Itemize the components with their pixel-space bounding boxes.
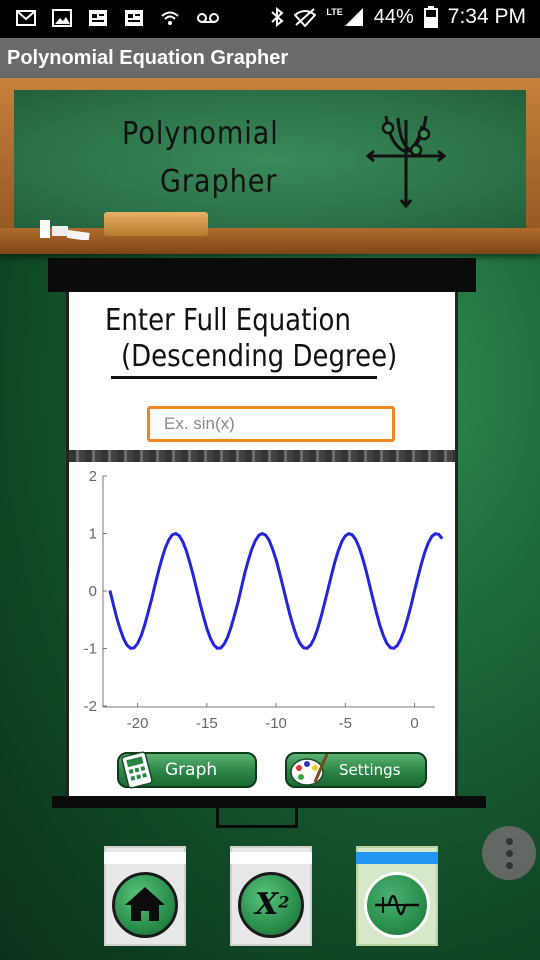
graph-button[interactable]: Graph xyxy=(117,751,257,789)
battery-icon xyxy=(423,6,438,28)
sine-curve xyxy=(108,531,444,650)
x-tick-label: 0 xyxy=(410,715,418,732)
projector-screen: Enter Full Equation (Descending Degree) … xyxy=(66,292,458,796)
prompt-underline xyxy=(111,376,377,379)
graph-button-label: Graph xyxy=(165,760,218,780)
prompt-line2: (Descending Degree) xyxy=(121,339,398,375)
prompt-line1: Enter Full Equation xyxy=(105,303,351,339)
nav-home-circle xyxy=(112,872,178,938)
nav-indicator xyxy=(104,852,186,864)
equation-input[interactable] xyxy=(147,406,395,442)
voicemail-icon xyxy=(197,13,219,23)
battery-percent: 44% xyxy=(373,5,414,28)
gallery-icon xyxy=(52,9,72,27)
screen-stand xyxy=(216,808,298,828)
app-bar: Polynomial Equation Grapher xyxy=(0,38,540,78)
waveform-icon xyxy=(375,894,419,916)
nav-power[interactable]: X2 xyxy=(230,846,312,946)
overflow-menu-button[interactable] xyxy=(482,826,536,880)
bluetooth-icon xyxy=(271,7,284,27)
wifi-off-icon xyxy=(294,8,317,27)
x-squared-exponent: 2 xyxy=(278,892,290,912)
news-icon xyxy=(125,10,143,26)
x-squared-base: X xyxy=(255,887,279,922)
y-tick-label: 1 xyxy=(89,526,97,543)
app-title: Polynomial Equation Grapher xyxy=(7,47,289,69)
menu-dot xyxy=(506,838,513,845)
nav-indicator xyxy=(230,852,312,864)
nav-graph[interactable] xyxy=(356,846,438,946)
paper-tear xyxy=(69,450,455,462)
y-tick-label: 0 xyxy=(89,583,97,600)
screen-top-bar xyxy=(48,258,476,292)
graph-plot: -20 -15 -10 -5 0 2 1 0 -1 -2 xyxy=(84,468,444,732)
chalk-pieces xyxy=(40,220,90,240)
chalkboard-header: Polynomial Grapher xyxy=(0,78,540,254)
palette-icon xyxy=(290,753,329,786)
gmail-icon xyxy=(16,10,36,26)
x-tick-label: -15 xyxy=(196,715,218,732)
clock: 7:34 PM xyxy=(447,5,526,28)
nav-indicator-active xyxy=(356,852,438,864)
y-tick-label: -1 xyxy=(84,641,97,658)
status-bar: LTE 44% 7:34 PM xyxy=(0,0,540,38)
nav-home[interactable] xyxy=(104,846,186,946)
menu-dot xyxy=(506,862,513,869)
signal-icon xyxy=(344,8,363,26)
board-title-line1: Polynomial xyxy=(122,115,279,152)
x-tick-label: -10 xyxy=(265,715,287,732)
calculator-icon xyxy=(121,751,153,789)
settings-button[interactable]: Settings xyxy=(285,752,427,788)
y-tick-label: 2 xyxy=(89,468,97,485)
screen-bottom-bar xyxy=(52,796,486,808)
menu-dot xyxy=(506,850,513,857)
polynomial-graph-icon xyxy=(365,115,447,209)
lte-label: LTE xyxy=(326,7,343,17)
nav-graph-circle xyxy=(364,872,430,938)
x-squared-icon: X2 xyxy=(255,887,289,922)
home-icon xyxy=(125,887,165,921)
nav-power-circle: X2 xyxy=(238,872,304,938)
y-tick-label: -2 xyxy=(84,698,97,715)
wifi-icon xyxy=(161,11,179,25)
x-tick-label: -5 xyxy=(339,715,352,732)
board-title-line2: Grapher xyxy=(160,163,278,200)
eraser xyxy=(104,212,208,236)
news-icon xyxy=(89,10,107,26)
x-tick-label: -20 xyxy=(127,715,149,732)
settings-button-label: Settings xyxy=(339,761,401,779)
chalkboard: Polynomial Grapher xyxy=(14,90,526,230)
